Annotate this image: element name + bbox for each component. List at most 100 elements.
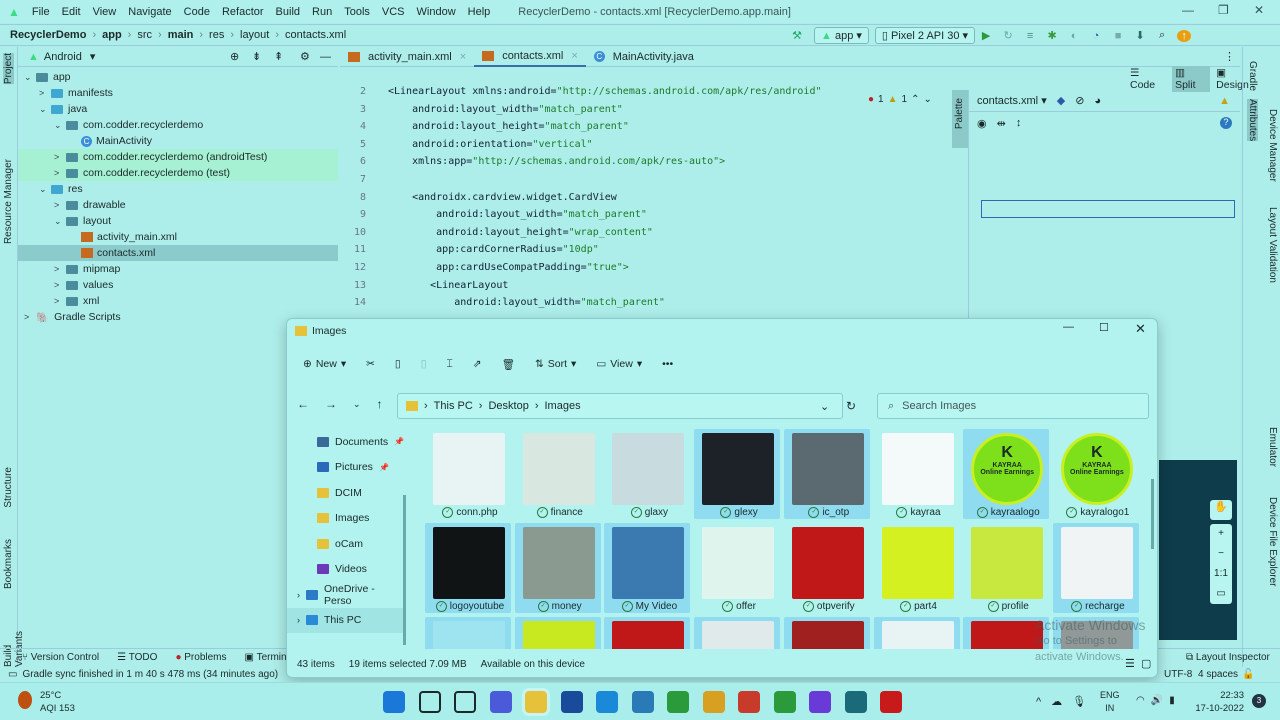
chevron-right-icon[interactable]: > xyxy=(54,152,66,162)
task-view-icon[interactable] xyxy=(454,691,476,713)
layout-validation-tab[interactable]: Layout Validation xyxy=(1267,207,1278,283)
menu-view[interactable]: View xyxy=(87,6,123,18)
wifi-icon[interactable]: ◠ xyxy=(1136,695,1145,706)
battery-icon[interactable]: ▮ xyxy=(1169,695,1175,706)
encoding[interactable]: UTF-8 xyxy=(1164,669,1192,680)
margins-icon[interactable]: ⇹ xyxy=(997,117,1006,130)
file-item[interactable]: glaxy xyxy=(604,429,690,519)
mode-code[interactable]: ☰ Code xyxy=(1130,67,1166,91)
language-indicator[interactable]: ENG IN xyxy=(1100,689,1120,715)
notification-badge[interactable]: 3 xyxy=(1252,694,1266,708)
project-view-select[interactable]: Android xyxy=(44,51,82,63)
start-icon[interactable] xyxy=(383,691,405,713)
nav-item[interactable]: Documents 📌 xyxy=(287,429,405,455)
delete-icon[interactable]: 🗑 xyxy=(502,358,515,371)
explorer-maximize-button[interactable]: ☐ xyxy=(1099,321,1109,334)
breadcrumb-item[interactable]: contacts.xml xyxy=(285,29,346,41)
menu-help[interactable]: Help xyxy=(462,6,497,18)
resource-manager-tab[interactable]: Resource Manager xyxy=(3,159,14,244)
search-input[interactable]: ⌕ Search Images xyxy=(877,393,1149,419)
code-line[interactable]: <androidx.cardview.widget.CardView xyxy=(388,192,617,203)
update-icon[interactable]: ↑ xyxy=(1177,29,1192,42)
device-file-explorer-tab[interactable]: Device File Explorer xyxy=(1267,497,1278,586)
chrome-icon[interactable] xyxy=(702,691,725,713)
chrome-icon[interactable] xyxy=(667,691,689,713)
nav-item[interactable]: › OneDrive - Perso xyxy=(287,582,405,608)
layers-icon[interactable]: ◆ xyxy=(1057,94,1065,107)
more-options-button[interactable]: ••• xyxy=(662,358,673,370)
prev-issue-icon[interactable]: ⌃ xyxy=(911,94,919,105)
menu-edit[interactable]: Edit xyxy=(56,6,87,18)
next-issue-icon[interactable]: ⌄ xyxy=(923,94,931,105)
warning-icon[interactable]: ▲ xyxy=(1219,95,1230,107)
address-bar[interactable]: › This PC › Desktop › Images ⌄ ↻ xyxy=(397,393,856,419)
sdk-manager-icon[interactable]: ⬇ xyxy=(1133,29,1147,42)
code-line[interactable]: android:orientation="vertical" xyxy=(388,139,593,150)
chevron-right-icon[interactable]: > xyxy=(54,200,66,210)
close-button[interactable]: ✕ xyxy=(1254,3,1264,17)
status-message[interactable]: Gradle sync finished in 1 m 40 s 478 ms … xyxy=(22,669,278,680)
run-config-select[interactable]: ▲ app ▾ xyxy=(814,27,869,44)
code-line[interactable]: app:cardCornerRadius="10dp" xyxy=(388,244,599,255)
code-line[interactable]: android:layout_height="match_parent" xyxy=(388,121,629,132)
store-icon[interactable] xyxy=(560,691,583,713)
volume-icon[interactable]: 🔊 xyxy=(1151,695,1163,706)
chevron-down-icon[interactable]: ⌄ xyxy=(820,400,829,413)
nav-item[interactable]: Videos xyxy=(287,557,405,583)
indent[interactable]: 4 spaces xyxy=(1198,669,1238,680)
help-icon[interactable]: ? xyxy=(1220,117,1232,129)
attach-debugger-icon[interactable]: ◔ xyxy=(1089,30,1103,42)
breadcrumb-item[interactable]: app xyxy=(102,29,122,41)
android-studio-icon[interactable] xyxy=(631,691,654,713)
file-item[interactable]: profile xyxy=(963,523,1049,613)
resize-icon[interactable]: ↕ xyxy=(1016,117,1022,129)
chevron-right-icon[interactable]: › xyxy=(297,590,300,600)
chrome-icon[interactable] xyxy=(738,691,760,713)
tree-item[interactable]: > com.codder.recyclerdemo (test) xyxy=(18,165,338,181)
tree-item[interactable]: > mipmap xyxy=(18,261,338,277)
file-item[interactable]: offer xyxy=(694,523,780,613)
attributes-tab[interactable]: Attributes xyxy=(1247,99,1258,142)
code-line[interactable]: android:layout_height="wrap_content" xyxy=(388,227,653,238)
bookmarks-tab[interactable]: Bookmarks xyxy=(3,539,14,589)
nav-item[interactable]: DCIM xyxy=(287,480,405,506)
fit-screen-icon[interactable]: ▭ xyxy=(1210,584,1232,604)
locate-icon[interactable]: ⊕ xyxy=(230,50,239,63)
chevron-right-icon[interactable]: > xyxy=(24,312,36,322)
path-images[interactable]: Images xyxy=(545,400,581,412)
build-hammer-icon[interactable]: ⚒ xyxy=(790,29,804,42)
file-item[interactable] xyxy=(694,617,781,649)
menu-run[interactable]: Run xyxy=(306,6,338,18)
clock[interactable]: 22:33 17-10-2022 xyxy=(1194,689,1244,715)
nav-item[interactable]: › This PC xyxy=(287,607,405,633)
rename-icon[interactable]: ⌶ xyxy=(446,358,452,371)
file-item[interactable]: logoyoutube xyxy=(425,523,511,613)
theme-icon[interactable]: ◕ xyxy=(1094,95,1101,107)
copy-icon[interactable]: ▯ xyxy=(395,358,401,370)
palette-tab[interactable]: Palette xyxy=(952,90,968,148)
problems-tab[interactable]: ● Problems xyxy=(175,652,226,663)
tree-item[interactable]: > drawable xyxy=(18,197,338,213)
code-line[interactable]: <LinearLayout xyxy=(388,280,508,291)
tree-item[interactable]: C MainActivity xyxy=(18,133,338,149)
hide-icon[interactable]: — xyxy=(320,51,331,63)
device-select[interactable]: ▯ Pixel 2 API 30 ▾ xyxy=(874,27,976,44)
tray-overflow-icon[interactable]: ^ xyxy=(1036,696,1041,708)
chevron-right-icon[interactable]: > xyxy=(54,280,66,290)
breadcrumb-item[interactable]: main xyxy=(168,29,194,41)
mode-split[interactable]: ▥ Split xyxy=(1172,66,1211,92)
pan-icon[interactable]: ✋ xyxy=(1210,500,1232,520)
breadcrumb-item[interactable]: layout xyxy=(240,29,269,41)
tree-item[interactable]: > values xyxy=(18,277,338,293)
file-item[interactable]: ic_otp xyxy=(783,429,870,519)
structure-tab[interactable]: Structure xyxy=(3,467,14,508)
close-tab-icon[interactable]: × xyxy=(460,51,466,63)
code-line[interactable]: <LinearLayout xmlns:android="http://sche… xyxy=(388,86,821,97)
explorer-minimize-button[interactable]: — xyxy=(1063,321,1074,333)
microphone-icon[interactable]: 🎙 xyxy=(1072,695,1086,708)
code-line[interactable]: app:cardUseCompatPadding="true"> xyxy=(388,262,629,273)
chevron-right-icon[interactable]: > xyxy=(39,88,51,98)
zoom-out-button[interactable]: − xyxy=(1210,544,1232,564)
version-control-tab[interactable]: ⑂ Version Control xyxy=(22,652,99,663)
logcat-icon[interactable]: ≡ xyxy=(1023,30,1037,42)
